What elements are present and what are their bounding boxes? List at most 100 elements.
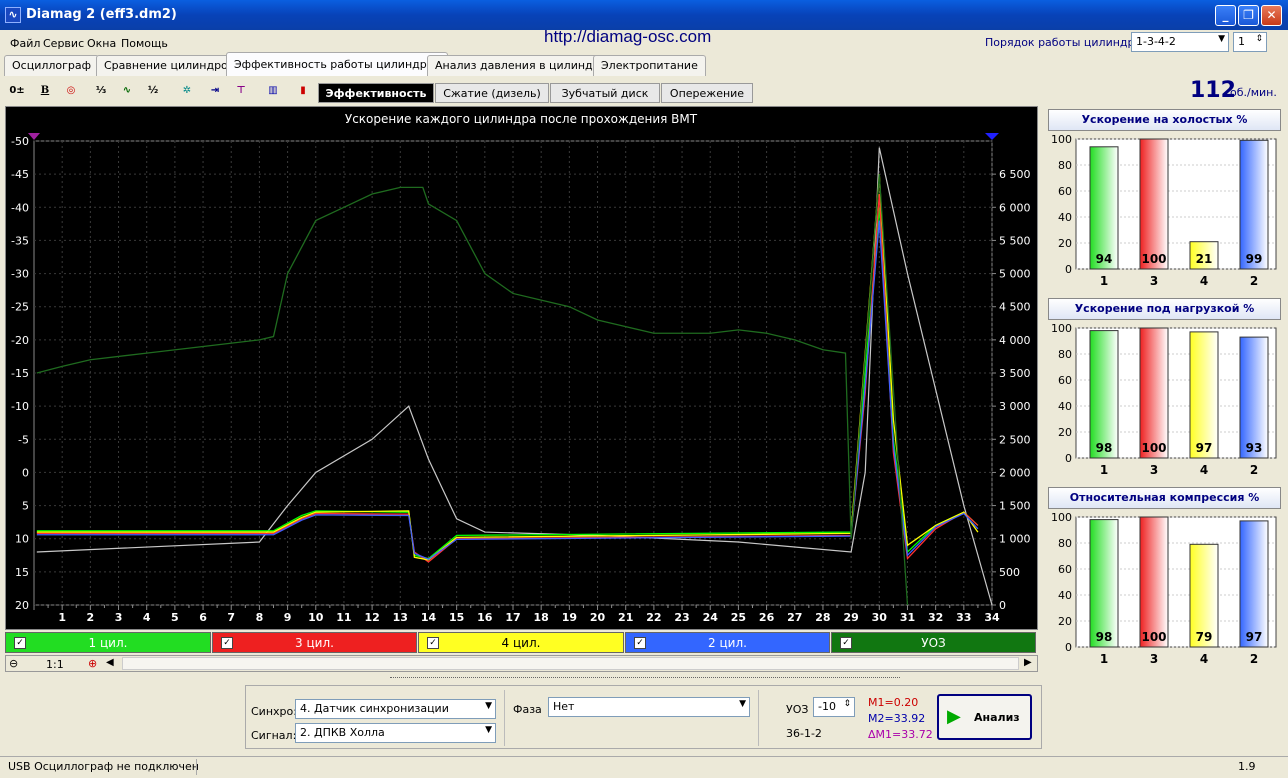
sync-select[interactable]: 4. Датчик синхронизации ▼ <box>295 699 496 719</box>
phase-select[interactable]: Нет ▼ <box>548 697 750 717</box>
y-right-tick-label: 4 500 <box>999 301 1031 314</box>
y-right-tick-label: 1 000 <box>999 533 1031 546</box>
marker-m2: M2=33.92 <box>868 712 926 725</box>
website-url[interactable]: http://diamag-osc.com <box>544 27 711 47</box>
tab-pressure-analysis[interactable]: Анализ давления в цилиндре <box>427 55 615 76</box>
uoz-spinner[interactable]: -10 ⇕ <box>813 697 855 717</box>
zero-offset-icon[interactable]: 0± <box>6 80 28 102</box>
zoom-in-icon[interactable]: ⊕ <box>88 657 97 670</box>
filter-icon[interactable]: ✲ <box>176 80 198 102</box>
check-icon[interactable]: ✓ <box>221 637 233 649</box>
x-tick-label: 1 <box>58 611 66 624</box>
toolbar: 0± B ◎ ⅓ ∿ ½ ✲ ⇥ ⊤ ▥ ▮ Эффективность Сжа… <box>4 78 1044 106</box>
bar-axis-label: 20 <box>1058 426 1072 439</box>
check-icon[interactable]: ✓ <box>427 637 439 649</box>
divider <box>758 690 759 746</box>
check-icon[interactable]: ✓ <box>14 637 26 649</box>
firing-order-select[interactable]: 1-3-4-2 ▼ <box>1131 32 1229 52</box>
splitter-handle[interactable] <box>390 677 900 682</box>
tab-power[interactable]: Электропитание <box>593 55 706 76</box>
marker-icon[interactable]: ⊤ <box>230 80 252 102</box>
x-tick-label: 17 <box>505 611 520 624</box>
bar-chart-icon[interactable]: ▥ <box>262 80 284 102</box>
minimize-button[interactable]: _ <box>1215 5 1236 26</box>
algorithm-icon[interactable]: ½ <box>142 80 164 102</box>
cylinder-icon[interactable]: ▮ <box>292 80 314 102</box>
analyze-button[interactable]: ▶ Анализ <box>937 694 1032 740</box>
tab-oscilloscope[interactable]: Осциллограф <box>4 55 100 76</box>
sync-label: Синхро: <box>251 705 297 718</box>
bar-category-label: 4 <box>1200 274 1208 288</box>
scroll-track[interactable] <box>122 657 1019 670</box>
tooth-count-icon[interactable]: ⇥ <box>204 80 226 102</box>
subtab-compression[interactable]: Сжатие (дизель) <box>435 83 549 103</box>
phase-value: Нет <box>553 700 575 713</box>
scroll-right-icon[interactable]: ▶ <box>1024 657 1032 668</box>
bar-axis-label: 20 <box>1058 615 1072 628</box>
x-tick-label: 28 <box>815 611 830 624</box>
tab-cylinder-efficiency[interactable]: Эффективность работы цилиндров <box>226 52 448 76</box>
bar-value-label: 99 <box>1246 252 1263 266</box>
x-tick-label: 21 <box>618 611 633 624</box>
subtab-tooth-disk[interactable]: Зубчатый диск <box>550 83 660 103</box>
chevron-down-icon: ▼ <box>1218 34 1225 44</box>
legend-cyl-1[interactable]: ✓ 1 цил. <box>5 632 211 653</box>
bar-axis-label: 40 <box>1058 589 1072 602</box>
legend-cyl-4[interactable]: ✓ 4 цил. <box>418 632 624 653</box>
y-left-tick-label: 15 <box>15 566 29 579</box>
zoom-out-icon[interactable]: ⊖ <box>9 657 18 670</box>
sync-value: 4. Датчик синхронизации <box>300 702 449 715</box>
bar-value-label: 97 <box>1246 630 1263 644</box>
check-icon[interactable]: ✓ <box>634 637 646 649</box>
bar-value-label: 98 <box>1096 630 1113 644</box>
legend-uoz[interactable]: ✓ УОЗ <box>831 632 1036 653</box>
y-right-tick-label: 3 000 <box>999 400 1031 413</box>
tab-cylinder-compare[interactable]: Сравнение цилиндров <box>96 55 243 76</box>
subtab-advance[interactable]: Опережение <box>661 83 753 103</box>
compression-panel: Относительная компрессия % 100 80 60 40 20 0 9… <box>1048 487 1281 670</box>
bar <box>1139 327 1169 459</box>
series-legend: ✓ 1 цил. ✓ 3 цил. ✓ 4 цил. ✓ 2 цил. ✓ УОЗ <box>5 631 1038 654</box>
spin-icon: ⇕ <box>1255 34 1263 44</box>
legend-cyl-2[interactable]: ✓ 2 цил. <box>625 632 830 653</box>
bar-axis-label: 80 <box>1058 348 1072 361</box>
bar <box>1089 330 1119 459</box>
y-left-tick-label: -5 <box>18 433 29 446</box>
menu-file[interactable]: Файл <box>10 37 40 50</box>
status-version: 1.9 <box>1238 760 1256 773</box>
right-marker-icon[interactable] <box>985 133 999 140</box>
bold-b-icon[interactable]: B <box>34 80 56 102</box>
x-tick-label: 20 <box>590 611 606 624</box>
signal-select[interactable]: 2. ДПКВ Холла ▼ <box>295 723 496 743</box>
load-accel-bars: 100 80 60 40 20 0 98 1 100 3 97 4 93 2 <box>1051 322 1277 477</box>
scroll-left-icon[interactable]: ◀ <box>106 657 114 668</box>
subtab-efficiency[interactable]: Эффективность <box>318 83 434 103</box>
menu-windows[interactable]: Окна <box>87 37 116 50</box>
divider <box>196 759 197 775</box>
maximize-button[interactable]: ❐ <box>1238 5 1259 26</box>
bar-axis-label: 80 <box>1058 159 1072 172</box>
firing-order-spinner[interactable]: 1 ⇕ <box>1233 32 1267 52</box>
legend-label: 2 цил. <box>708 636 747 650</box>
x-tick-label: 34 <box>984 611 1000 624</box>
order-numbers-icon[interactable]: ⅓ <box>90 80 112 102</box>
menu-service[interactable]: Сервис <box>43 37 84 50</box>
bar-category-label: 1 <box>1100 652 1108 666</box>
control-panel: Синхро: 4. Датчик синхронизации ▼ Сигнал:… <box>245 685 1042 749</box>
menu-help[interactable]: Помощь <box>121 37 168 50</box>
close-button[interactable]: ✕ <box>1261 5 1282 26</box>
check-icon[interactable]: ✓ <box>840 637 852 649</box>
spin-icon: ⇕ <box>843 699 851 709</box>
bar <box>1089 146 1119 270</box>
legend-cyl-3[interactable]: ✓ 3 цил. <box>212 632 417 653</box>
panel-title: Ускорение на холостых % <box>1048 109 1281 131</box>
rpm-icon[interactable]: ◎ <box>60 80 82 102</box>
bar-value-label: 97 <box>1196 441 1213 455</box>
graph-line-icon[interactable]: ∿ <box>116 80 138 102</box>
efficiency-chart[interactable]: Ускорение каждого цилиндра после прохожд… <box>5 106 1038 630</box>
left-marker-icon[interactable] <box>28 133 40 140</box>
bar-axis-label: 100 <box>1051 133 1072 146</box>
y-right-tick-label: 6 500 <box>999 168 1031 181</box>
y-right-tick-label: 6 000 <box>999 201 1031 214</box>
analyze-label: Анализ <box>974 711 1020 724</box>
